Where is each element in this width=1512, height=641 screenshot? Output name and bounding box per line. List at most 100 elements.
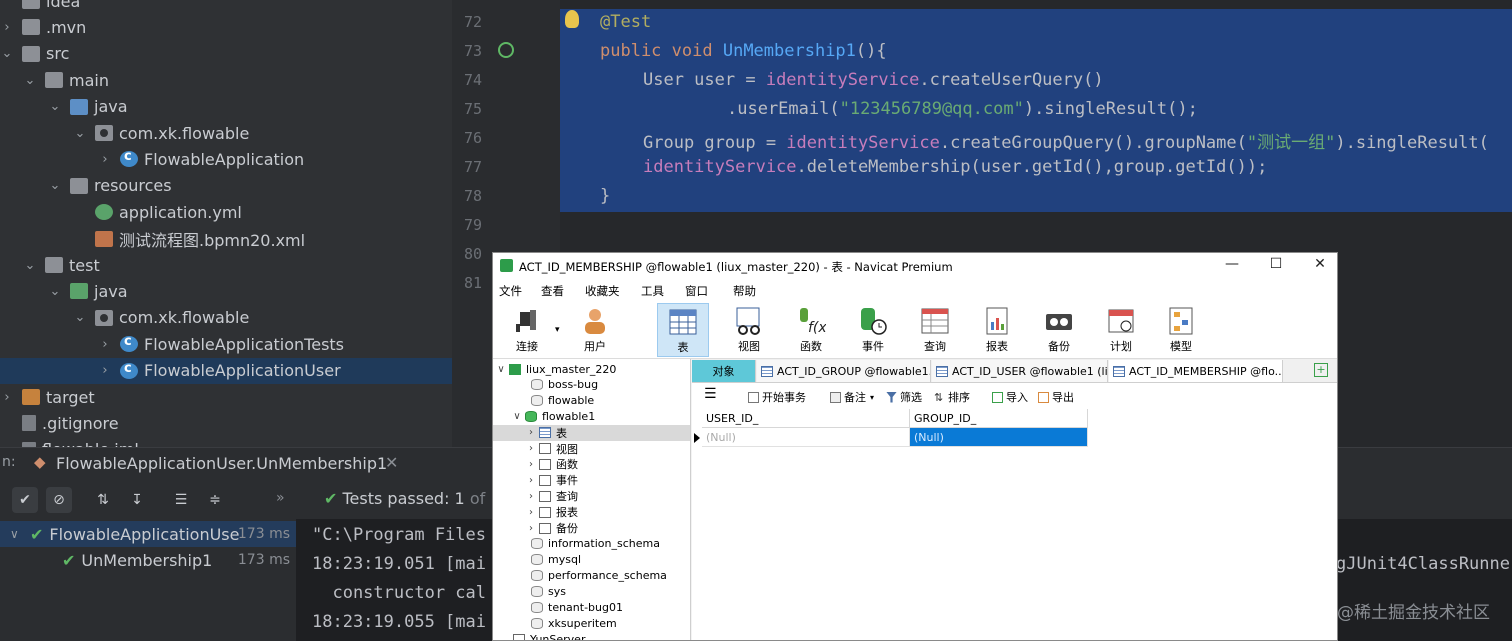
note-button[interactable]: 备注 ▾ (830, 389, 874, 405)
chevron-right-icon[interactable]: › (525, 459, 537, 470)
report-button[interactable]: 报表 (971, 303, 1023, 357)
chevron-right-icon[interactable]: › (525, 475, 537, 486)
database-item[interactable]: performance_schema (493, 568, 690, 584)
project-tree-item[interactable]: ⌄ test (0, 252, 452, 278)
user-button[interactable]: 用户 (569, 303, 621, 357)
test-suite-row[interactable]: ∨ ✔ FlowableApplicationUse 173 ms (0, 521, 296, 547)
menu-view[interactable]: 查看 (541, 283, 564, 299)
project-tree-item[interactable]: › FlowableApplication (0, 146, 452, 172)
database-item[interactable]: tenant-bug01 (493, 600, 690, 616)
project-tree-item[interactable]: 测试流程图.bpmn20.xml (0, 226, 452, 252)
begin-transaction-button[interactable]: 开始事务 (748, 389, 806, 405)
menu-help[interactable]: 帮助 (733, 283, 756, 299)
chevron-right-icon[interactable]: › (525, 523, 537, 534)
import-button[interactable]: 导入 (992, 389, 1028, 405)
project-tree-item[interactable]: flowable.iml (0, 437, 452, 447)
grid-cell-selected[interactable]: (Null) (910, 428, 1088, 447)
menu-icon[interactable]: ☰ (704, 386, 717, 402)
object-group-item[interactable]: › 函数 (493, 456, 690, 472)
project-tree-item[interactable]: › FlowableApplicationTests (0, 331, 452, 357)
menu-favorites[interactable]: 收藏夹 (585, 283, 620, 299)
column-header-user-id[interactable]: USER_ID_ (702, 409, 910, 428)
filter-button[interactable]: 筛选 (886, 389, 922, 405)
database-item[interactable]: mysql (493, 552, 690, 568)
project-tree-item[interactable]: .gitignore (0, 410, 452, 436)
chevron-right-icon[interactable]: › (98, 363, 112, 378)
sort-duration-icon[interactable]: ↧ (124, 487, 150, 513)
chevron-down-icon[interactable]: ▾ (555, 325, 560, 335)
show-passed-icon[interactable]: ✔ (12, 487, 38, 513)
test-case-row[interactable]: ✔ UnMembership1 173 ms (0, 547, 296, 573)
project-tree-item[interactable]: application.yml (0, 199, 452, 225)
sort-button[interactable]: ⇅ 排序 (934, 389, 970, 405)
object-group-item[interactable]: › 视图 (493, 441, 690, 457)
object-group-item[interactable]: › 备份 (493, 520, 690, 536)
run-test-icon[interactable] (498, 42, 514, 58)
chevron-down-icon[interactable]: ⌄ (73, 126, 87, 141)
project-tree-item[interactable]: ⌄ com.xk.flowable (0, 120, 452, 146)
schedule-button[interactable]: 计划 (1095, 303, 1147, 357)
project-tree-item[interactable]: ⌄ resources (0, 173, 452, 199)
chevron-right-icon[interactable]: › (525, 427, 537, 438)
connect-button[interactable]: 连接 (501, 303, 553, 357)
model-button[interactable]: 模型 (1155, 303, 1207, 357)
close-icon[interactable]: ✕ (1305, 256, 1335, 272)
chevron-right-icon[interactable]: › (525, 491, 537, 502)
chevron-down-icon[interactable]: ⌄ (48, 99, 62, 114)
chevron-down-icon[interactable]: ∨ (511, 411, 523, 422)
project-tree-item[interactable]: › FlowableApplicationUser (0, 357, 452, 384)
project-tree-item[interactable]: › .mvn (0, 14, 452, 40)
export-button[interactable]: 导出 (1038, 389, 1074, 405)
project-tree-item[interactable]: ⌄ java (0, 94, 452, 120)
sort-alpha-icon[interactable]: ⇅ (90, 487, 116, 513)
event-button[interactable]: 事件 (847, 303, 899, 357)
chevron-down-icon[interactable]: ⌄ (23, 73, 37, 88)
grid-cell[interactable]: (Null) (702, 428, 910, 447)
close-icon[interactable]: ✕ (385, 453, 398, 472)
chevron-down-icon[interactable]: ⌄ (48, 178, 62, 193)
collapse-all-icon[interactable]: ≑ (202, 487, 228, 513)
more-icon[interactable]: » (276, 490, 285, 506)
minimize-icon[interactable]: — (1217, 256, 1247, 272)
database-item[interactable]: sys (493, 584, 690, 600)
object-group-item[interactable]: › 表 (493, 424, 690, 441)
project-tree-item[interactable]: ⌄ main (0, 67, 452, 93)
connection-item[interactable]: ∨ liux_master_220 (493, 361, 690, 377)
show-ignored-icon[interactable]: ⊘ (46, 487, 72, 513)
chevron-right-icon[interactable]: › (98, 152, 112, 167)
connection-item[interactable]: YunServer (493, 631, 690, 640)
tab-act-id-membership[interactable]: ACT_ID_MEMBERSHIP @flo... (1109, 360, 1283, 382)
column-header-group-id[interactable]: GROUP_ID_ (910, 409, 1088, 428)
view-button[interactable]: 视图 (723, 303, 775, 357)
chevron-right-icon[interactable]: › (525, 443, 537, 454)
project-tree-item[interactable]: ⌄ com.xk.flowable (0, 305, 452, 331)
tab-objects[interactable]: 对象 (692, 360, 756, 382)
object-group-item[interactable]: › 查询 (493, 488, 690, 504)
database-item[interactable]: information_schema (493, 536, 690, 552)
table-button[interactable]: 表 (657, 303, 709, 357)
maximize-icon[interactable]: ☐ (1261, 256, 1291, 272)
function-button[interactable]: f(x) 函数 (785, 303, 837, 357)
database-item[interactable]: flowable (493, 393, 690, 409)
project-tree-item[interactable]: ⌄ src (0, 41, 452, 67)
chevron-right-icon[interactable]: › (0, 390, 14, 405)
database-item[interactable]: boss-bug (493, 377, 690, 393)
tab-act-id-user[interactable]: ACT_ID_USER @flowable1 (li... (932, 360, 1108, 382)
menu-tools[interactable]: 工具 (641, 283, 664, 299)
chevron-down-icon[interactable]: ⌄ (48, 284, 62, 299)
lightbulb-icon[interactable] (565, 10, 579, 28)
object-group-item[interactable]: › 报表 (493, 504, 690, 520)
query-button[interactable]: 查询 (909, 303, 961, 357)
tab-act-id-group[interactable]: ACT_ID_GROUP @flowable1... (757, 360, 931, 382)
new-tab-icon[interactable]: + (1314, 363, 1328, 377)
chevron-down-icon[interactable]: ⌄ (73, 310, 87, 325)
chevron-right-icon[interactable]: › (98, 337, 112, 352)
database-item-open[interactable]: ∨ flowable1 (493, 409, 690, 425)
menu-window[interactable]: 窗口 (685, 283, 708, 299)
project-tree-item[interactable]: idea (0, 0, 452, 14)
object-group-item[interactable]: › 事件 (493, 472, 690, 488)
chevron-down-icon[interactable]: ∨ (495, 364, 507, 375)
chevron-right-icon[interactable]: › (525, 507, 537, 518)
run-tab[interactable]: FlowableApplicationUser.UnMembership1 (56, 454, 387, 473)
menu-file[interactable]: 文件 (499, 283, 522, 299)
